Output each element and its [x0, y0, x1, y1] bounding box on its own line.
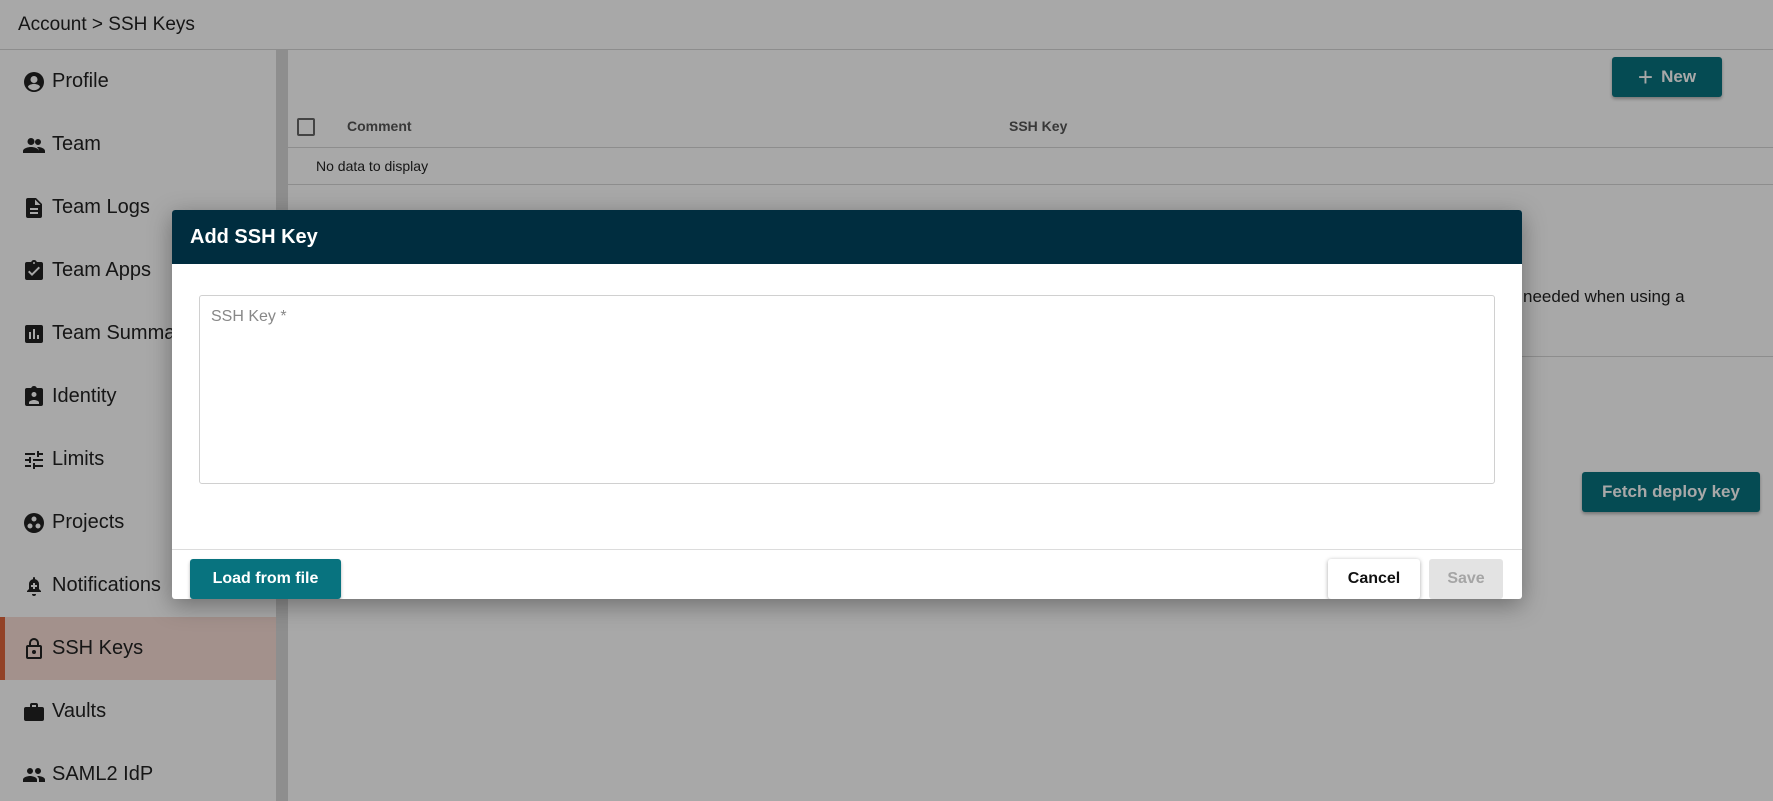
load-from-file-button[interactable]: Load from file — [190, 559, 341, 599]
dialog-footer: Load from file Cancel Save — [172, 550, 1522, 599]
cancel-button[interactable]: Cancel — [1328, 559, 1420, 599]
add-ssh-key-dialog: Add SSH Key Load from file Cancel Save — [172, 210, 1522, 599]
save-button[interactable]: Save — [1429, 559, 1503, 599]
dialog-header: Add SSH Key — [172, 210, 1522, 264]
dialog-body — [172, 264, 1522, 550]
ssh-key-input[interactable] — [199, 295, 1495, 484]
dialog-title: Add SSH Key — [190, 225, 318, 248]
